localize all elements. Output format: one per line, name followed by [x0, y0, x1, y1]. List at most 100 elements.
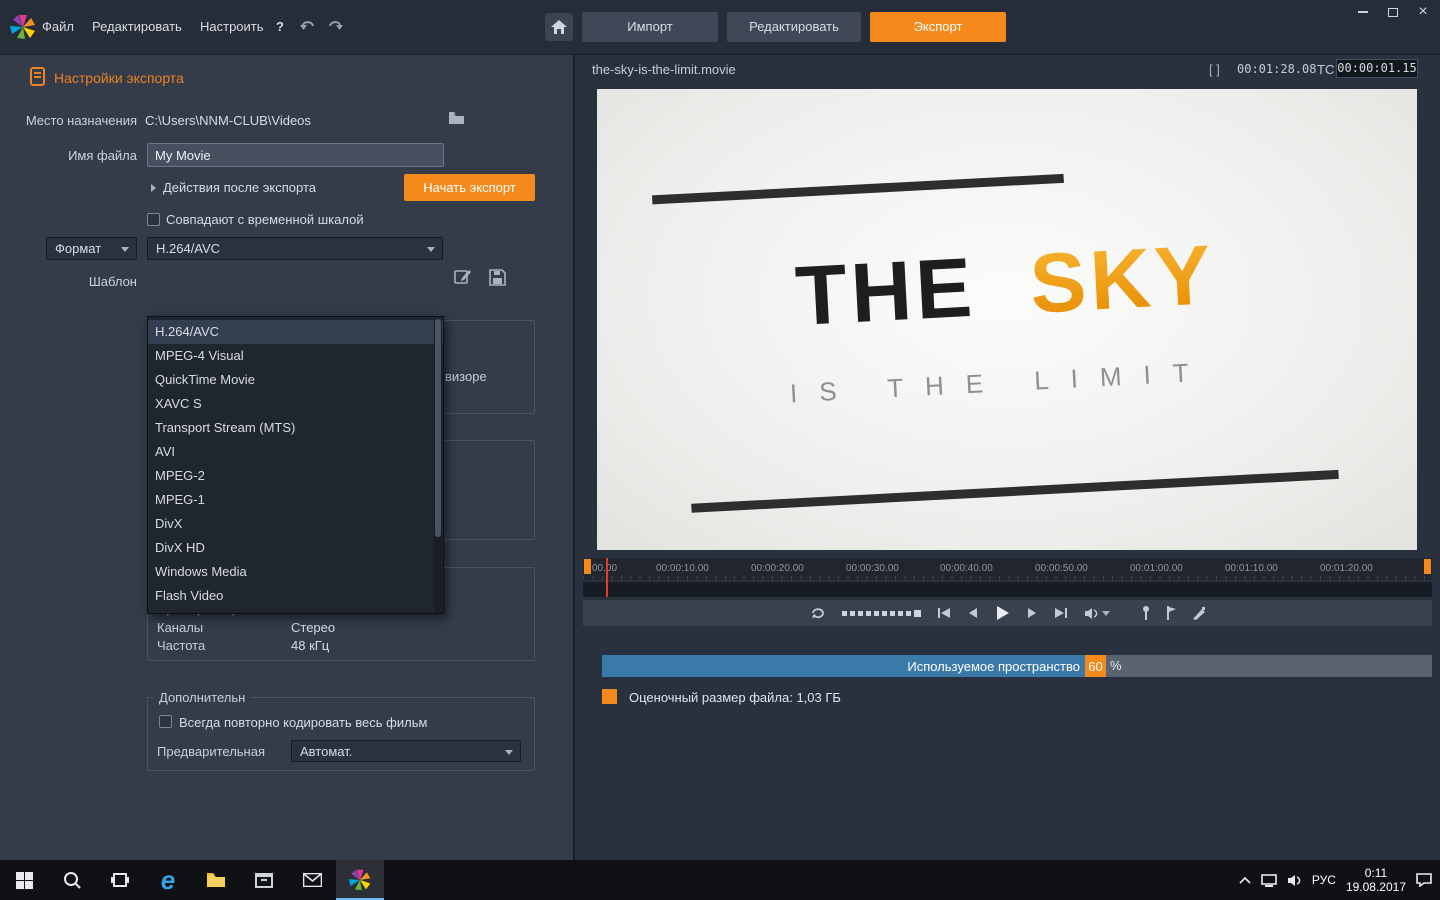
redo-icon[interactable]: [326, 18, 344, 34]
menu-edit[interactable]: Редактировать: [92, 19, 182, 34]
speaker-icon[interactable]: [1287, 874, 1302, 887]
timecode-field[interactable]: 00:00:01.15: [1336, 59, 1418, 78]
range-end-marker[interactable]: [1424, 559, 1431, 574]
duration-value: 00:01:28.08: [1237, 62, 1316, 76]
close-button[interactable]: ×: [1408, 0, 1438, 24]
format-dropdown-list: H.264/AVC MPEG-4 Visual QuickTime Movie …: [147, 316, 444, 614]
loop-icon[interactable]: [810, 606, 826, 620]
tray-expand-icon[interactable]: [1239, 876, 1251, 884]
playhead[interactable]: [606, 558, 608, 597]
tab-export[interactable]: Экспорт: [870, 12, 1006, 42]
format-category-label: Формат: [55, 241, 101, 256]
skip-start-icon[interactable]: [937, 607, 951, 619]
after-export-expander-icon[interactable]: [151, 184, 156, 192]
audio-row-label: Каналы: [157, 620, 203, 635]
after-export-label[interactable]: Действия после экспорта: [163, 180, 316, 195]
frame-forward-icon[interactable]: [1026, 607, 1038, 619]
match-timeline-checkbox[interactable]: [147, 213, 160, 226]
language-indicator[interactable]: РУС: [1312, 873, 1336, 887]
format-select[interactable]: H.264/AVC: [147, 237, 443, 260]
menu-settings[interactable]: Настроить: [200, 19, 264, 34]
dropdown-scrollbar[interactable]: [434, 319, 442, 612]
browse-folder-icon[interactable]: [448, 111, 465, 125]
tick: 00.00: [592, 563, 617, 574]
preview-panel: the-sky-is-the-limit.movie [ ] 00:01:28.…: [577, 55, 1440, 860]
clock-date: 19.08.2017: [1346, 880, 1406, 894]
disk-space-bar: Используемое пространство 60 %: [602, 655, 1432, 677]
audio-row-value: 48 кГц: [291, 638, 329, 653]
menu-file[interactable]: Файл: [42, 19, 74, 34]
filename-input[interactable]: [147, 143, 444, 167]
system-tray: РУС 0:11 19.08.2017: [1239, 860, 1440, 900]
disk-space-fill: Используемое пространство: [602, 655, 1085, 677]
jog-strip[interactable]: [842, 610, 921, 617]
minor-ticks: [583, 576, 1432, 580]
format-option[interactable]: QuickTime Movie: [148, 368, 443, 392]
estimated-size-text: Оценочный размер файла: 1,03 ГБ: [629, 690, 841, 705]
titlebar: Файл Редактировать Настроить ? Импорт Ре…: [0, 0, 1440, 55]
format-option[interactable]: MPEG-2: [148, 464, 443, 488]
app-logo-icon: [9, 13, 37, 41]
format-option[interactable]: Flash Video: [148, 584, 443, 608]
save-template-icon[interactable]: [486, 266, 508, 288]
search-icon[interactable]: [48, 860, 96, 900]
undo-icon[interactable]: [299, 18, 317, 34]
reencode-label: Всегда повторно кодировать весь фильм: [179, 715, 427, 730]
format-option[interactable]: DivX HD: [148, 536, 443, 560]
format-option[interactable]: Transport Stream (MTS): [148, 416, 443, 440]
slide-title: THE SKY: [597, 216, 1417, 356]
volume-icon[interactable]: [1084, 607, 1110, 620]
format-option[interactable]: XAVC S: [148, 392, 443, 416]
chevron-down-icon: [427, 247, 435, 252]
restore-button[interactable]: [1378, 0, 1408, 24]
timeline-ruler[interactable]: 00.00 00:00:10.00 00:00:20.00 00:00:30.0…: [583, 558, 1432, 580]
range-start-marker[interactable]: [584, 559, 591, 574]
panel-title: Настройки экспорта: [54, 70, 184, 86]
marker-in-icon[interactable]: [1142, 606, 1150, 620]
marker-flag-icon[interactable]: [1166, 606, 1176, 620]
start-button[interactable]: [0, 860, 48, 900]
home-button[interactable]: [545, 13, 573, 41]
mail-icon[interactable]: [288, 860, 336, 900]
format-category-button[interactable]: Формат: [46, 237, 137, 260]
format-option[interactable]: MPEG-4 Visual: [148, 344, 443, 368]
frame-back-icon[interactable]: [967, 607, 979, 619]
scrub-bar[interactable]: [583, 581, 1432, 597]
export-settings-panel: Настройки экспорта Место назначения C:\U…: [0, 55, 575, 860]
format-option[interactable]: H.264/AVC: [148, 320, 443, 344]
minimize-button[interactable]: [1348, 0, 1378, 24]
slide-word-the: THE: [793, 240, 978, 343]
slide-top-bar: [652, 174, 1064, 205]
filename-label: Имя файла: [0, 148, 137, 163]
duration-bracket-icon: [ ]: [1209, 62, 1220, 77]
format-option[interactable]: MPEG-1: [148, 488, 443, 512]
format-option[interactable]: Windows Media: [148, 560, 443, 584]
preview-quality-label: Предварительная: [157, 744, 265, 759]
edit-template-icon[interactable]: [452, 266, 474, 288]
reencode-checkbox[interactable]: [159, 715, 172, 728]
file-explorer-icon[interactable]: [192, 860, 240, 900]
archive-app-icon[interactable]: [240, 860, 288, 900]
disk-space-label: Используемое пространство: [907, 659, 1080, 674]
task-view-icon[interactable]: [96, 860, 144, 900]
tab-edit[interactable]: Редактировать: [727, 12, 861, 42]
playback-controls: [583, 600, 1432, 626]
clock[interactable]: 0:11 19.08.2017: [1346, 866, 1406, 894]
skip-end-icon[interactable]: [1054, 607, 1068, 619]
tab-import[interactable]: Импорт: [582, 12, 718, 42]
edge-icon[interactable]: e: [144, 860, 192, 900]
chapter-marker-icon[interactable]: [1192, 607, 1206, 620]
start-export-button[interactable]: Начать экспорт: [404, 174, 535, 201]
help-icon[interactable]: ?: [276, 19, 284, 34]
play-button-icon[interactable]: [995, 605, 1010, 621]
tick: 00:01:10.00: [1225, 563, 1278, 574]
format-option[interactable]: AVI: [148, 440, 443, 464]
tc-label: TC: [1317, 62, 1334, 77]
format-option[interactable]: DivX: [148, 512, 443, 536]
partial-text: визоре: [445, 369, 487, 384]
video-editor-app-icon[interactable]: [336, 860, 384, 900]
video-preview[interactable]: THE SKY IS THE LIMIT: [597, 89, 1417, 550]
network-icon[interactable]: [1261, 874, 1277, 887]
preview-quality-select[interactable]: Автомат.: [291, 740, 521, 762]
notification-center-icon[interactable]: [1416, 873, 1432, 887]
